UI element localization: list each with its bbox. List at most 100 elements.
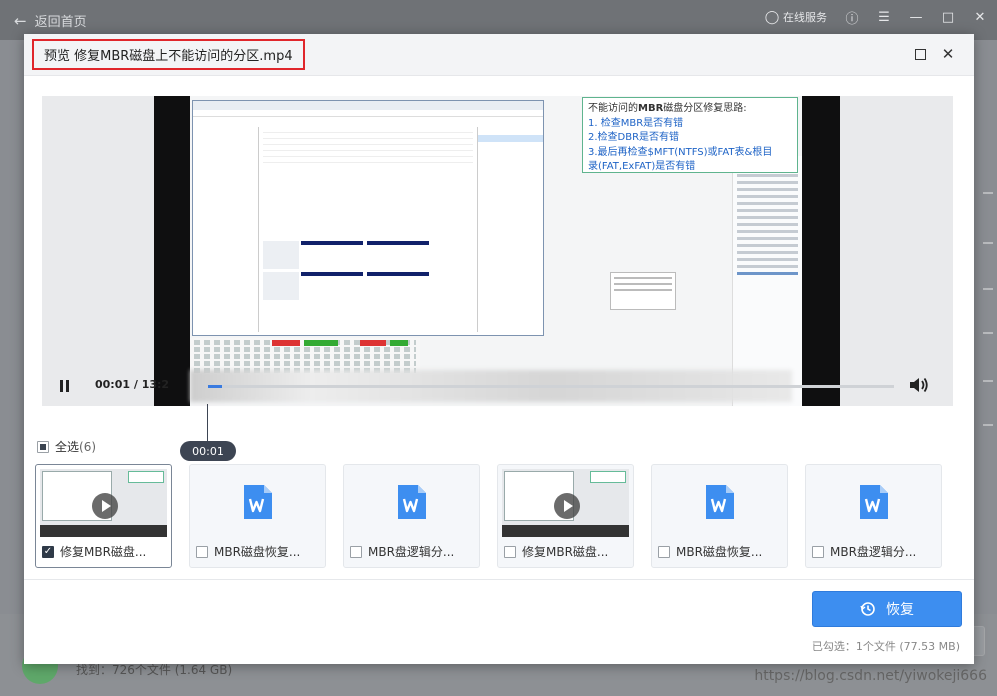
time-tooltip: 00:01 [180,441,236,461]
file-checkbox[interactable] [196,545,208,558]
calc-line [614,277,672,279]
progress-bar[interactable] [208,385,894,388]
panel-line [737,258,798,261]
file-name: MBR磁盘恢复... [676,545,763,559]
panel-line [737,265,798,268]
still-note [590,471,626,483]
select-all-count: (6) [79,440,97,454]
bg-dash [983,424,993,426]
select-all-box[interactable] [37,440,49,453]
file-thumbnail[interactable]: 修复MBR磁盘... [497,464,634,568]
maximize-dialog-button[interactable] [910,44,930,64]
headset-icon: ◯ [764,9,780,25]
still-bar [40,525,167,537]
file-name: 修复MBR磁盘... [60,545,147,559]
note-line-1: 不能访问的MBR磁盘分区修复思路: [588,102,792,117]
bg-dash [983,192,993,194]
window-controls: ◯ 在线服务 ⓘ ☰ — □ ✕ [765,9,987,27]
close-app-icon[interactable]: ✕ [973,10,987,25]
info-icon[interactable]: ⓘ [845,10,859,27]
dialog-footer: 恢复 已勾选：1个文件 (77.53 MB) [24,579,974,664]
pause-button[interactable] [60,380,72,392]
recover-button[interactable]: 恢复 [812,591,962,627]
file-thumbnail[interactable]: MBR盘逻辑分... [343,464,480,568]
disk-partition [367,241,429,269]
video-window [192,100,544,336]
video-tree [195,127,259,332]
panel-line [737,216,798,219]
hex-highlight [272,340,300,346]
video-calculator [610,272,676,310]
calc-line [614,289,672,291]
online-service-button[interactable]: ◯ 在线服务 [765,9,827,25]
word-document-icon [706,485,734,519]
volume-icon[interactable] [908,376,930,394]
file-checkbox[interactable] [658,545,670,558]
file-entry: MBR盘逻辑分... [350,543,476,560]
preview-dialog: 预览 修复MBR磁盘上不能访问的分区.mp4 ✕ 不能访问的MBR磁盘分区修复思… [24,34,974,664]
panel-line [737,237,798,240]
video-player: 不能访问的MBR磁盘分区修复思路: 1. 检查MBR是否有错 2.检查DBR是否… [42,96,953,406]
recover-label: 恢复 [886,602,914,618]
file-checkbox[interactable]: ✓ [42,545,54,558]
video-frame[interactable]: 不能访问的MBR磁盘分区修复思路: 1. 检查MBR是否有错 2.检查DBR是否… [154,96,840,406]
file-thumbnail[interactable]: ✓ 修复MBR磁盘... [35,464,172,568]
file-thumbnail[interactable]: MBR磁盘恢复... [189,464,326,568]
video-window-menu [193,110,543,117]
still-bar [502,525,629,537]
maximize-icon [914,48,926,60]
panel-line [737,251,798,254]
video-preview [40,469,167,537]
file-entry: 修复MBR磁盘... [504,543,630,560]
hex-highlight [360,340,386,346]
file-name: 修复MBR磁盘... [522,545,609,559]
play-icon[interactable] [554,493,580,519]
select-all-checkbox[interactable]: 全选(6) [37,438,96,455]
maximize-icon[interactable]: □ [941,10,955,25]
file-thumbnail[interactable]: MBR磁盘恢复... [651,464,788,568]
video-content: 不能访问的MBR磁盘分区修复思路: 1. 检查MBR是否有错 2.检查DBR是否… [190,96,802,406]
video-preview [502,469,629,537]
play-icon[interactable] [92,493,118,519]
select-all-text: 全选 [55,440,80,454]
back-arrow-icon: ← [14,11,27,30]
word-document-icon [860,485,888,519]
disk-partition [367,272,429,300]
video-actions-pane [477,127,543,332]
note-line-1-pre: 不能访问的 [588,103,638,114]
disk-label [263,241,299,269]
panel-line [737,195,798,198]
note-line-4: 3.最后再检查$MFT(NTFS)或FAT表&根目 [588,146,773,158]
video-disk-map [263,241,473,333]
file-checkbox[interactable] [350,545,362,558]
close-dialog-button[interactable]: ✕ [938,44,958,64]
panel-line [737,230,798,233]
file-name: MBR盘逻辑分... [830,545,917,559]
selected-info: 已勾选：1个文件 (77.53 MB) [811,640,960,653]
panel-line [737,188,798,191]
file-name: MBR盘逻辑分... [368,545,455,559]
online-service-label: 在线服务 [783,11,827,24]
bg-dash [983,242,993,244]
video-volume-table [263,127,473,237]
watermark: https://blog.csdn.net/yiwokeji666 [754,668,987,684]
note-line-1-bold: MBR [638,103,664,114]
menu-icon[interactable]: ☰ [877,10,891,25]
file-entry: MBR磁盘恢复... [658,543,784,560]
panel-line [737,181,798,184]
background-left-panel [0,40,24,620]
bg-dash [983,288,993,290]
file-checkbox[interactable] [504,545,516,558]
speaker-icon [910,377,928,393]
bg-dash [983,332,993,334]
calc-line [614,283,672,285]
back-home-link[interactable]: ← 返回首页 [14,11,87,31]
hex-row [194,354,416,359]
pause-icon [60,380,63,392]
file-thumbnail[interactable]: MBR盘逻辑分... [805,464,942,568]
file-checkbox[interactable] [812,545,824,558]
dialog-title: 预览 修复MBR磁盘上不能访问的分区.mp4 [32,39,305,70]
note-line-5: 录(FAT,ExFAT)是否有错 [588,161,696,172]
disk-partition [301,241,363,269]
minimize-icon[interactable]: — [909,10,923,25]
